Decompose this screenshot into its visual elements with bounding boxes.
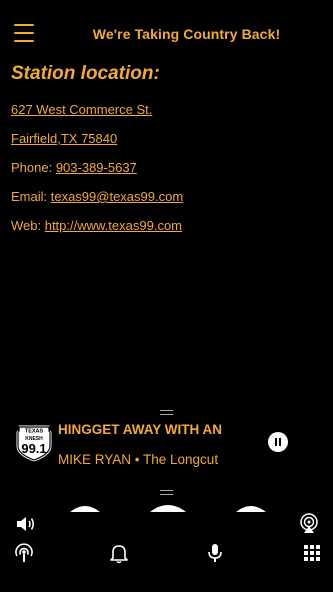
address-street-link[interactable]: 627 West Commerce St. <box>11 102 152 117</box>
logo-text-num: 99.1 <box>21 441 46 456</box>
toolbar-row-2 <box>0 539 333 567</box>
toolbar-drag-handle[interactable] <box>160 490 173 495</box>
station-logo: TEXAS KNESH 99.1 <box>14 422 54 464</box>
airplay-icon[interactable] <box>298 513 320 535</box>
hamburger-menu-icon[interactable] <box>14 24 34 44</box>
pause-button[interactable] <box>268 432 288 452</box>
tab-indicators <box>0 498 333 512</box>
now-playing-artist: MIKE RYAN <box>58 452 132 467</box>
phone-row: Phone: 903-389-5637 <box>11 160 137 175</box>
address-city-link[interactable]: Fairfield,TX 75840 <box>11 131 117 146</box>
pause-icon <box>275 438 277 446</box>
phone-label: Phone: <box>11 160 56 175</box>
now-playing-title: HINGGET AWAY WITH AN <box>58 422 223 437</box>
now-playing-separator: • <box>131 452 144 467</box>
address-line-2[interactable]: Fairfield,TX 75840 <box>11 131 117 146</box>
bell-icon[interactable] <box>108 542 130 564</box>
app-title: We're Taking Country Back! <box>92 26 281 42</box>
player-drag-handle[interactable] <box>160 410 173 415</box>
podcast-icon[interactable] <box>13 542 35 564</box>
web-link[interactable]: http://www.texas99.com <box>45 218 182 233</box>
toolbar-row-1 <box>0 511 333 539</box>
app-header: We're Taking Country Back! <box>0 0 333 66</box>
now-playing-album: The Longcut <box>143 452 219 467</box>
logo-text-top: TEXAS <box>25 429 44 435</box>
volume-icon[interactable] <box>14 513 36 535</box>
phone-link[interactable]: 903-389-5637 <box>56 160 137 175</box>
web-label: Web: <box>11 218 45 233</box>
section-title: Station location: <box>11 63 160 84</box>
email-row: Email: texas99@texas99.com <box>11 189 183 204</box>
web-row: Web: http://www.texas99.com <box>11 218 182 233</box>
microphone-icon[interactable] <box>204 542 226 564</box>
grid-icon[interactable] <box>301 542 323 564</box>
now-playing-subtitle: MIKE RYAN • The Longcut <box>58 452 218 467</box>
email-link[interactable]: texas99@texas99.com <box>51 189 183 204</box>
email-label: Email: <box>11 189 51 204</box>
mini-player[interactable]: TEXAS KNESH 99.1 HINGGET AWAY WITH AN MI… <box>0 416 333 476</box>
address-line-1[interactable]: 627 West Commerce St. <box>11 102 152 117</box>
